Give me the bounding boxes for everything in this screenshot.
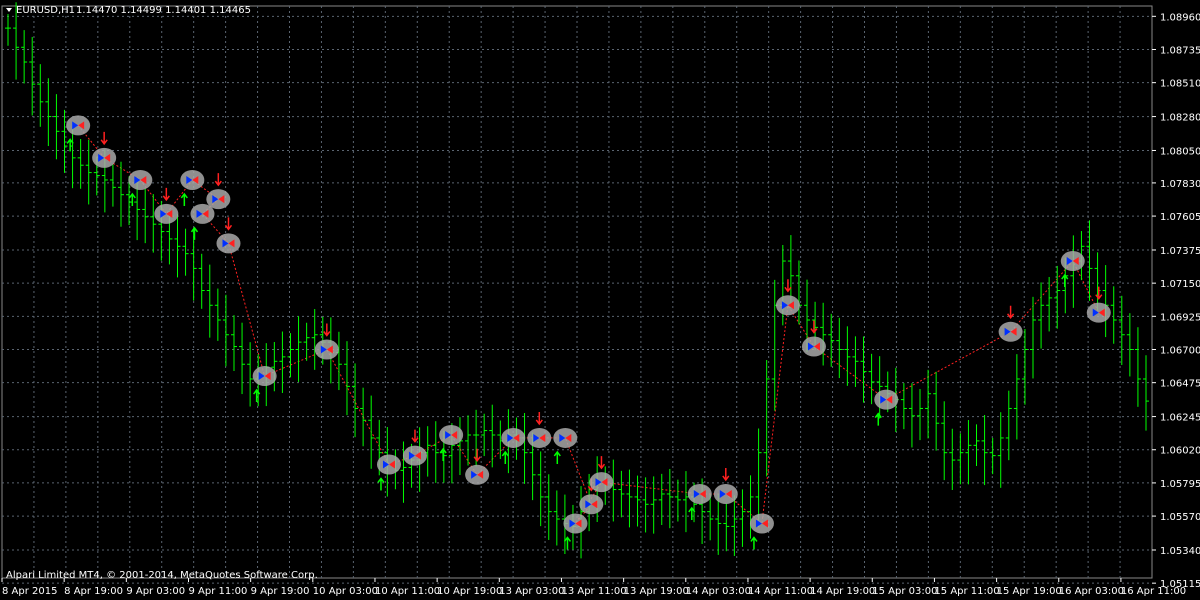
price-label: 1.08735 — [1160, 45, 1200, 56]
time-label: 10 Apr 11:00 — [375, 586, 440, 597]
copyright-text: Alpari Limited MT4, © 2001-2014, MetaQuo… — [6, 570, 318, 581]
price-label: 1.06020 — [1160, 446, 1200, 457]
time-label: 9 Apr 11:00 — [188, 586, 247, 597]
time-label: 16 Apr 03:00 — [1059, 586, 1124, 597]
price-label: 1.08960 — [1160, 12, 1200, 23]
time-label: 10 Apr 03:00 — [313, 586, 378, 597]
time-label: 14 Apr 03:00 — [686, 586, 751, 597]
price-label: 1.05795 — [1160, 479, 1200, 490]
symbol-label: EURUSD,H1 — [16, 5, 75, 16]
bubble-shape — [579, 494, 604, 515]
time-label: 8 Apr 2015 — [2, 586, 57, 597]
time-label: 9 Apr 03:00 — [126, 586, 185, 597]
price-label: 1.05340 — [1160, 546, 1200, 557]
price-label: 1.06925 — [1160, 312, 1200, 323]
header: EURUSD,H1 1.14470 1.14499 1.14401 1.1446… — [6, 5, 251, 16]
time-label: 15 Apr 19:00 — [997, 586, 1062, 597]
price-label: 1.06475 — [1160, 379, 1200, 390]
time-label: 16 Apr 11:00 — [1121, 586, 1186, 597]
ohlc-values: 1.14470 1.14499 1.14401 1.14465 — [76, 5, 251, 16]
time-label: 14 Apr 11:00 — [748, 586, 813, 597]
time-label: 9 Apr 19:00 — [251, 586, 310, 597]
price-label: 1.07830 — [1160, 179, 1200, 190]
price-label: 1.08510 — [1160, 79, 1200, 90]
time-label: 14 Apr 19:00 — [810, 586, 875, 597]
time-label: 15 Apr 11:00 — [934, 586, 999, 597]
time-label: 15 Apr 03:00 — [872, 586, 937, 597]
price-label: 1.08050 — [1160, 146, 1200, 157]
price-label: 1.07605 — [1160, 212, 1200, 223]
time-label: 13 Apr 03:00 — [499, 586, 564, 597]
price-label: 1.08280 — [1160, 113, 1200, 124]
time-label: 10 Apr 19:00 — [437, 586, 502, 597]
price-label: 1.05570 — [1160, 512, 1200, 523]
price-label: 1.07150 — [1160, 279, 1200, 290]
time-label: 13 Apr 11:00 — [561, 586, 626, 597]
time-label: 13 Apr 19:00 — [624, 586, 689, 597]
price-label: 1.06245 — [1160, 413, 1200, 424]
price-label: 1.06700 — [1160, 345, 1200, 356]
price-label: 1.07375 — [1160, 246, 1200, 257]
time-label: 8 Apr 19:00 — [64, 586, 123, 597]
eurusd-h1-chart: 1.08960 1.08735 1.08510 1.08280 1.08050 1.078… — [0, 0, 1200, 600]
